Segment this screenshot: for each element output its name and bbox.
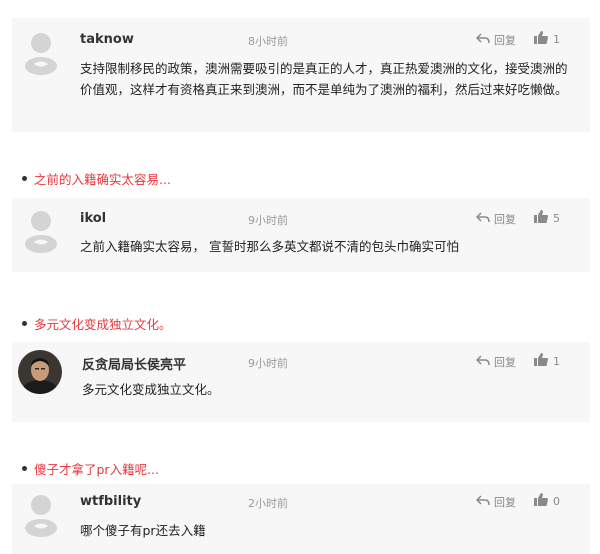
reply-arrow-icon [475, 495, 490, 509]
thumbs-up-icon [534, 31, 548, 47]
comment-card: ikol 9小时前 回复 5 之前入籍确实太容易， 宣誓时那么多英文都说不清的包… [12, 198, 590, 272]
quoted-comment-link[interactable]: 之前的入籍确实太容易... [22, 169, 171, 188]
like-button[interactable]: 1 [534, 31, 560, 47]
username[interactable]: 反贪局局长侯亮平 [82, 354, 186, 373]
username[interactable]: taknow [80, 32, 134, 47]
thumbs-up-icon [534, 210, 548, 226]
reply-button[interactable]: 回复 [475, 354, 516, 370]
quote-text: 多元文化变成独立文化。 [34, 317, 172, 332]
comment-text: 多元文化变成独立文化。 [82, 382, 220, 397]
comment-text: 支持限制移民的政策，澳洲需要吸引的是真正的人才，真正热爱澳洲的文化，接受澳洲的价… [80, 61, 568, 97]
comment-card: taknow 8小时前 回复 1 支持限制移民的政策，澳洲需要吸引的是真正的人才… [12, 18, 590, 132]
username[interactable]: wtfbility [80, 494, 141, 509]
like-count: 5 [553, 211, 560, 225]
timestamp: 8小时前 [248, 35, 288, 48]
reply-label: 回复 [494, 356, 516, 369]
timestamp: 9小时前 [248, 214, 288, 227]
quote-text: 傻子才拿了pr入籍呢... [34, 462, 159, 477]
quoted-comment-link[interactable]: 多元文化变成独立文化。 [22, 314, 172, 333]
default-avatar-icon[interactable] [20, 30, 62, 75]
thumbs-up-icon [534, 493, 548, 509]
default-avatar-icon[interactable] [20, 208, 62, 253]
reply-label: 回复 [494, 213, 516, 226]
default-avatar-icon[interactable] [20, 492, 62, 537]
bullet [22, 466, 27, 471]
quoted-comment-link[interactable]: 傻子才拿了pr入籍呢... [22, 459, 159, 478]
reply-label: 回复 [494, 34, 516, 47]
timestamp: 9小时前 [248, 357, 288, 370]
user-avatar[interactable] [18, 350, 62, 394]
comment-card: wtfbility 2小时前 回复 0 哪个傻子有pr还去入籍 [12, 484, 590, 554]
reply-arrow-icon [475, 33, 490, 47]
username[interactable]: ikol [80, 211, 106, 226]
quote-text: 之前的入籍确实太容易... [34, 172, 171, 187]
like-count: 1 [553, 354, 560, 368]
reply-button[interactable]: 回复 [475, 32, 516, 48]
reply-label: 回复 [494, 496, 516, 509]
timestamp: 2小时前 [248, 497, 288, 510]
comment-text: 之前入籍确实太容易， 宣誓时那么多英文都说不清的包头巾确实可怕 [80, 239, 459, 254]
like-button[interactable]: 5 [534, 210, 560, 226]
bullet [22, 321, 27, 326]
comment-card: 反贪局局长侯亮平 9小时前 回复 1 多元文化变成独立文化。 [12, 342, 590, 422]
reply-arrow-icon [475, 355, 490, 369]
like-button[interactable]: 1 [534, 353, 560, 369]
reply-button[interactable]: 回复 [475, 211, 516, 227]
bullet [22, 176, 27, 181]
comment-text: 哪个傻子有pr还去入籍 [80, 523, 206, 538]
reply-button[interactable]: 回复 [475, 494, 516, 510]
like-button[interactable]: 0 [534, 493, 560, 509]
like-count: 1 [553, 32, 560, 46]
reply-arrow-icon [475, 212, 490, 226]
like-count: 0 [553, 494, 560, 508]
thumbs-up-icon [534, 353, 548, 369]
